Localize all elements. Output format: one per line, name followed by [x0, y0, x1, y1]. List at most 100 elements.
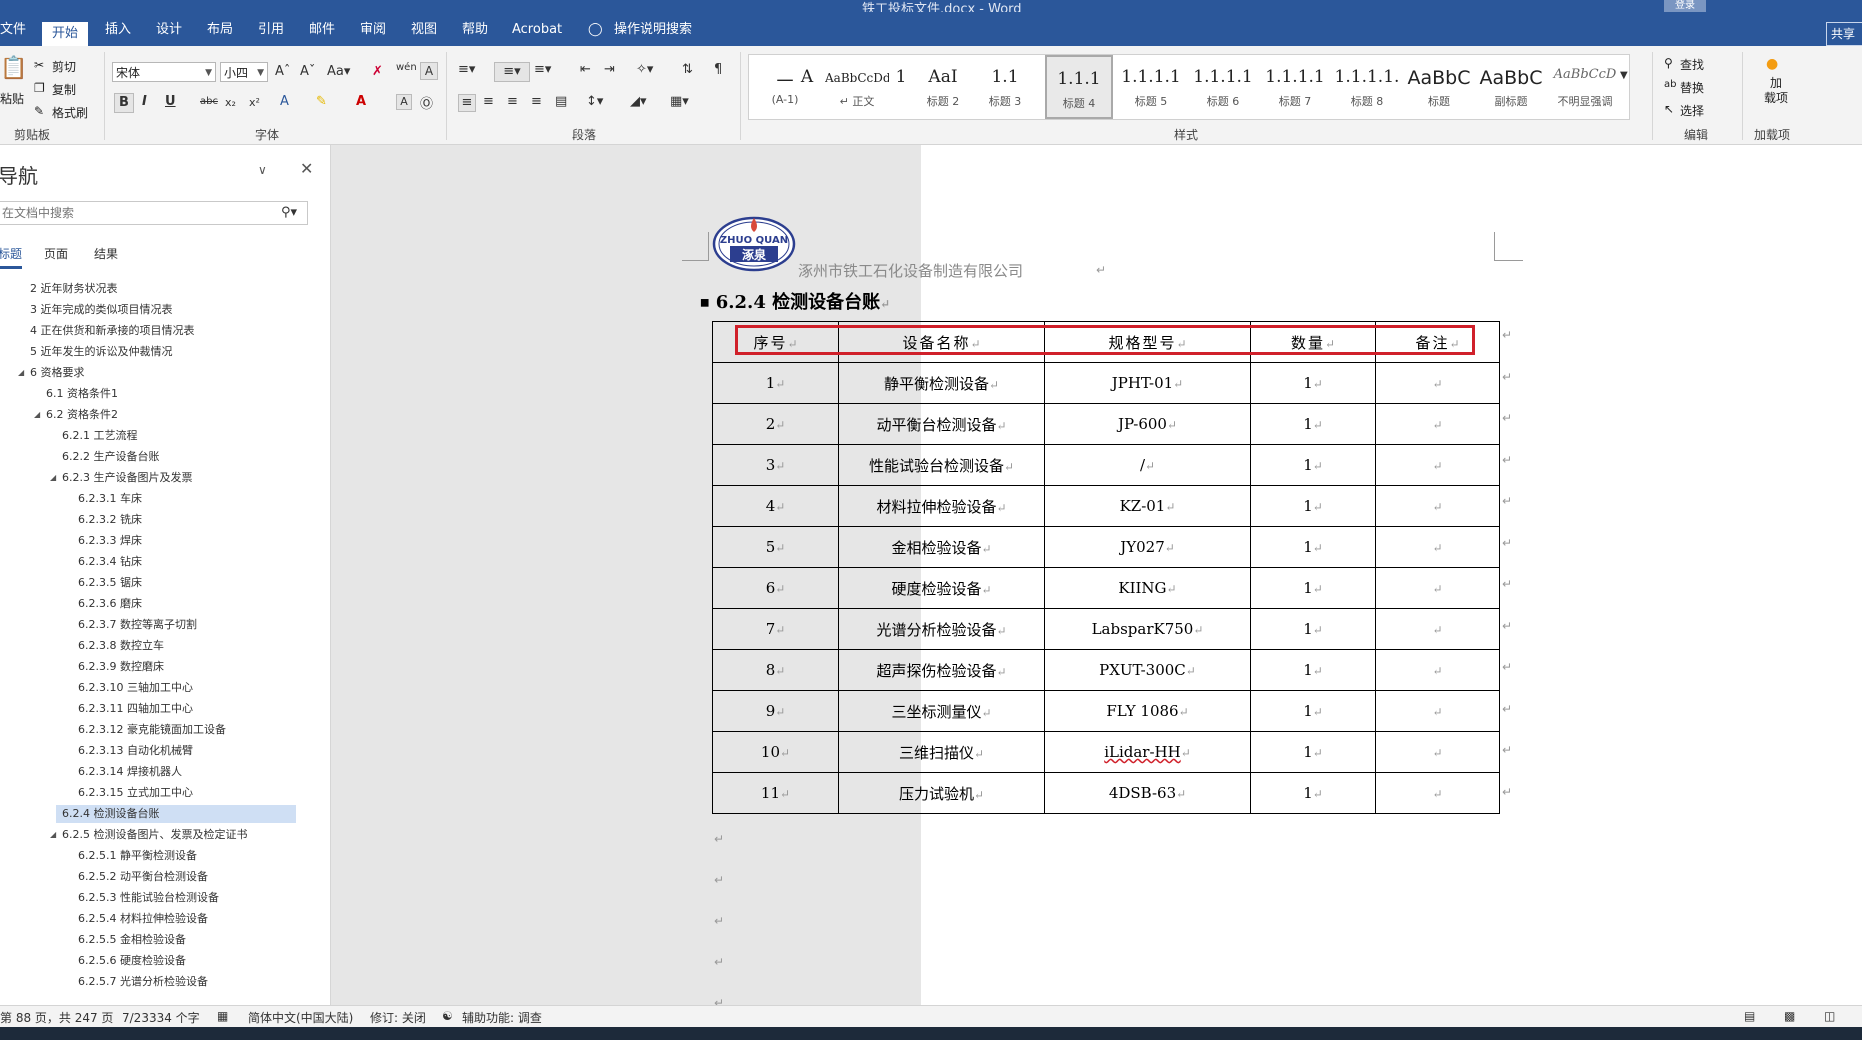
font-color-icon[interactable]: A: [356, 94, 366, 109]
table-cell[interactable]: 11↵: [712, 772, 839, 814]
nav-heading-item[interactable]: 6.2.3.8 数控立车: [78, 637, 164, 655]
tell-me-search[interactable]: 操作说明搜索: [614, 20, 692, 42]
nav-search-input[interactable]: [0, 202, 274, 224]
table-cell[interactable]: 1↵: [1250, 403, 1376, 445]
table-cell[interactable]: 1↵: [1250, 649, 1376, 691]
nav-heading-item[interactable]: 6.2.3.3 焊床: [78, 532, 142, 550]
justify-button[interactable]: ≡: [531, 94, 542, 109]
select-icon[interactable]: ↖: [1664, 102, 1674, 116]
table-cell[interactable]: KZ-01↵: [1044, 485, 1251, 527]
nav-heading-item[interactable]: 6.2.3.7 数控等离子切割: [78, 616, 197, 634]
tab-review[interactable]: 审阅: [360, 20, 386, 42]
table-cell[interactable]: 3↵: [712, 444, 839, 486]
nav-heading-item[interactable]: 6.2.3.4 钻床: [78, 553, 142, 571]
table-cell[interactable]: ↵: [1375, 731, 1500, 773]
table-cell[interactable]: LabsparK750↵: [1044, 608, 1251, 650]
nav-heading-item[interactable]: 6.2.3.15 立式加工中心: [78, 784, 193, 802]
table-cell[interactable]: JPHT-01↵: [1044, 362, 1251, 404]
table-cell[interactable]: ↵: [1375, 690, 1500, 732]
table-cell[interactable]: 1↵: [1250, 690, 1376, 732]
login-button[interactable]: 登录: [1664, 0, 1706, 12]
format-painter-button[interactable]: 格式刷: [52, 104, 88, 121]
find-button[interactable]: 查找: [1680, 56, 1704, 73]
show-marks-icon[interactable]: ¶: [714, 62, 722, 77]
table-cell[interactable]: ↵: [1375, 567, 1500, 609]
tab-acrobat[interactable]: Acrobat: [512, 20, 562, 42]
table-cell[interactable]: ↵: [1375, 526, 1500, 568]
table-cell[interactable]: 金相检验设备↵: [838, 526, 1045, 568]
styles-gallery[interactable]: 一 (A-1) A AaBbCcDdI ↵ 正文 1 AaI 标题 2 1.1 标题 3…: [748, 54, 1630, 120]
char-border-icon[interactable]: A: [420, 62, 438, 80]
enclose-char-icon[interactable]: Ⓞ: [420, 93, 433, 112]
select-button[interactable]: 选择: [1680, 102, 1704, 119]
clear-format-icon[interactable]: ✗: [372, 64, 383, 79]
nav-heading-item[interactable]: 6.2.5.2 动平衡台检测设备: [78, 868, 208, 886]
tab-file[interactable]: 文件: [0, 20, 26, 42]
tab-mailings[interactable]: 邮件: [309, 20, 335, 42]
borders-icon[interactable]: ▦▾: [670, 94, 689, 109]
table-cell[interactable]: 1↵: [1250, 608, 1376, 650]
collapse-triangle-icon[interactable]: ◢: [50, 473, 56, 482]
table-cell[interactable]: 8↵: [712, 649, 839, 691]
increase-indent-icon[interactable]: ⇥: [604, 62, 615, 77]
table-cell[interactable]: iLidar-HH↵: [1044, 731, 1251, 773]
subscript-button[interactable]: x₂: [225, 96, 236, 109]
nav-heading-item[interactable]: 6.2.2 生产设备台账: [62, 448, 160, 466]
font-size-select[interactable]: 小四 ▼: [220, 62, 268, 82]
gallery-expand-icon[interactable]: ▼: [1620, 70, 1628, 81]
addins-icon[interactable]: ●: [1766, 56, 1778, 72]
table-cell[interactable]: 性能试验台检测设备↵: [838, 444, 1045, 486]
collapse-triangle-icon[interactable]: ◢: [50, 830, 56, 839]
shrink-font-icon[interactable]: Aˇ: [300, 64, 315, 79]
nav-heading-item[interactable]: 6.2.5.1 静平衡检测设备: [78, 847, 197, 865]
nav-heading-item[interactable]: 3 近年完成的类似项目情况表: [30, 301, 173, 319]
nav-heading-item[interactable]: 6.2.4 检测设备台账: [56, 805, 296, 823]
inspection-equipment-table[interactable]: 序号↵ 设备名称↵ 规格型号↵ 数量↵ 备注↵ 1↵ 静平衡检测设备↵ JPHT-01↵ 1↵…: [712, 321, 1500, 814]
nav-heading-item[interactable]: 6.2.3.6 磨床: [78, 595, 142, 613]
sort-icon[interactable]: ⇅: [682, 62, 693, 77]
read-mode-icon[interactable]: ▤: [1744, 1009, 1755, 1023]
table-cell[interactable]: 7↵: [712, 608, 839, 650]
strikethrough-button[interactable]: abc: [200, 96, 218, 107]
nav-heading-item[interactable]: 6.1 资格条件1: [46, 385, 118, 403]
table-cell[interactable]: JP-600↵: [1044, 403, 1251, 445]
search-icon[interactable]: ⚲: [1664, 56, 1673, 70]
replace-button[interactable]: 替换: [1680, 79, 1704, 96]
page-count[interactable]: 第 88 页，共 247 页: [0, 1009, 113, 1026]
paste-icon[interactable]: 📋: [0, 56, 27, 81]
word-count[interactable]: 7/23334 个字: [122, 1009, 200, 1026]
table-cell[interactable]: 超声探伤检验设备↵: [838, 649, 1045, 691]
table-cell[interactable]: 动平衡台检测设备↵: [838, 403, 1045, 445]
nav-heading-item[interactable]: 6.2.3.10 三轴加工中心: [78, 679, 193, 697]
nav-heading-item[interactable]: 6.2.5.5 金相检验设备: [78, 931, 186, 949]
table-cell[interactable]: 1↵: [1250, 526, 1376, 568]
grow-font-icon[interactable]: Aˆ: [275, 64, 290, 79]
tab-insert[interactable]: 插入: [105, 20, 131, 42]
align-left-button[interactable]: ≡: [458, 94, 476, 112]
print-layout-icon[interactable]: ▩: [1784, 1009, 1795, 1023]
table-cell[interactable]: 4↵: [712, 485, 839, 527]
paste-button[interactable]: 粘贴: [0, 90, 24, 107]
text-effects-icon[interactable]: A: [280, 94, 289, 109]
nav-tab-headings[interactable]: 标题: [0, 245, 23, 269]
chinese-layout-icon[interactable]: ✧▾: [636, 62, 653, 77]
table-cell[interactable]: ↵: [1375, 403, 1500, 445]
accessibility-icon[interactable]: ☯: [442, 1009, 453, 1023]
proofing-icon[interactable]: ▦: [217, 1009, 228, 1023]
nav-heading-item[interactable]: 6.2.1 工艺流程: [62, 427, 138, 445]
tab-home[interactable]: 开始: [42, 22, 89, 46]
style-item[interactable]: A: [789, 55, 825, 119]
nav-heading-item[interactable]: 6.2.3.9 数控磨床: [78, 658, 164, 676]
replace-icon[interactable]: ab: [1664, 79, 1676, 90]
font-family-select[interactable]: 宋体 ▼: [112, 62, 216, 82]
style-heading-3[interactable]: 1.1 标题 3: [975, 55, 1035, 119]
nav-heading-item[interactable]: 6.2.3.12 豪克能镜面加工设备: [78, 721, 226, 739]
nav-heading-item[interactable]: 6.2.3.5 锯床: [78, 574, 142, 592]
style-heading-4[interactable]: 1.1.1 标题 4: [1045, 55, 1113, 119]
table-cell[interactable]: 10↵: [712, 731, 839, 773]
table-cell[interactable]: ↵: [1375, 485, 1500, 527]
tab-design[interactable]: 设计: [156, 20, 182, 42]
table-cell[interactable]: ↵: [1375, 362, 1500, 404]
web-layout-icon[interactable]: ◫: [1824, 1009, 1835, 1023]
nav-heading-item[interactable]: 6.2.3 生产设备图片及发票: [62, 469, 193, 487]
